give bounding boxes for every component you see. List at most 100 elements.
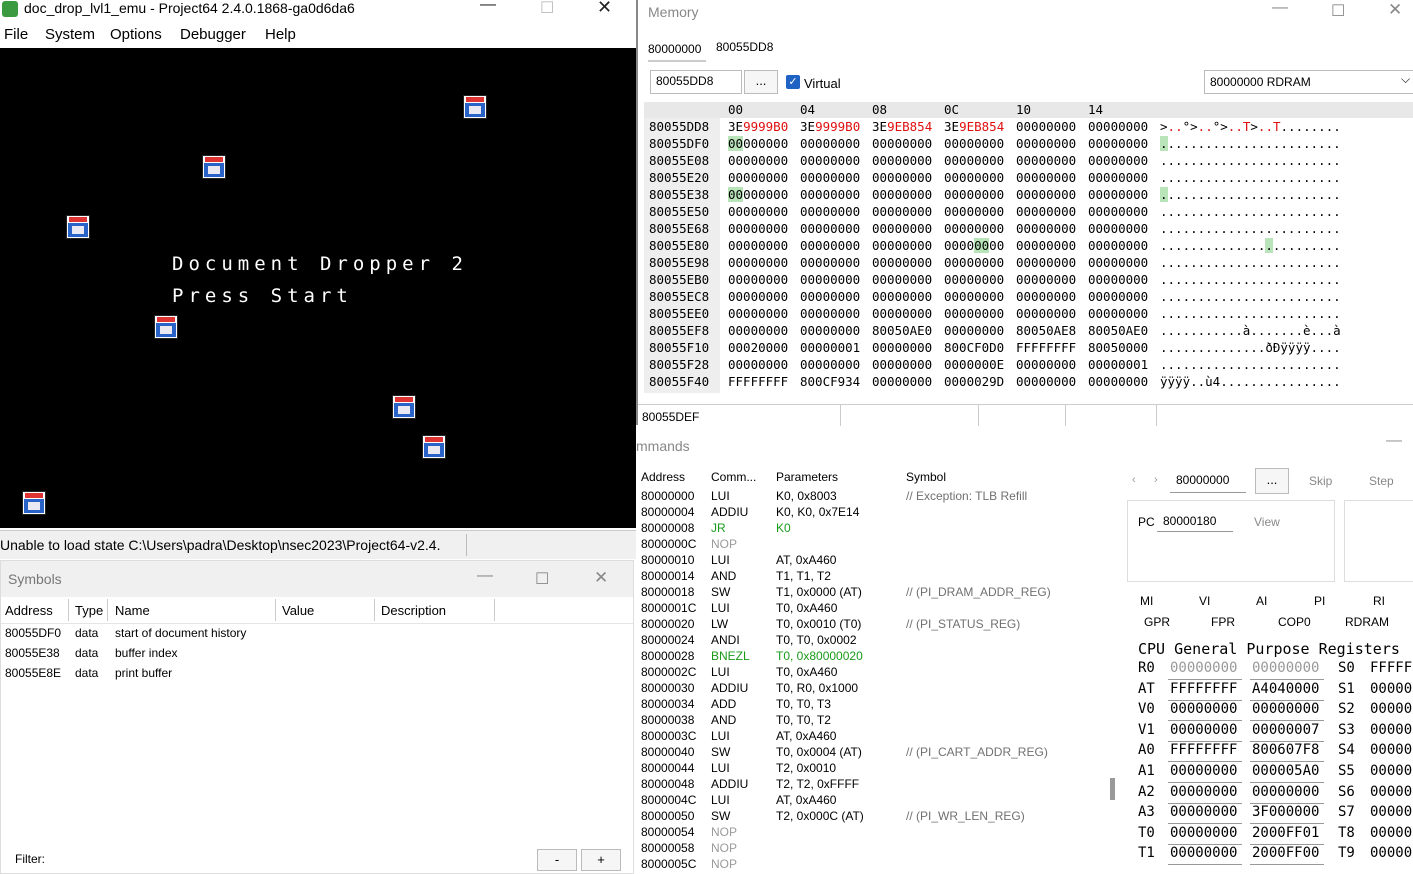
memory-row[interactable]: 80055EB0 00000000 00000000 00000000 00000000… [638,271,1413,288]
menu-file[interactable]: File [4,26,28,43]
memory-row[interactable]: 80055E38 00000000 00000000 00000000 00000000… [638,186,1413,203]
memory-word[interactable]: 00000000 [1016,237,1076,254]
disassembly-row[interactable]: 80000018 SW T1, 0x0000 (AT) // (PI_DRAM_ADD… [636,584,1106,600]
register-value-hi[interactable]: 00000000 [1170,825,1237,841]
view-button[interactable]: View [1254,515,1280,529]
memory-word[interactable]: 00000000 [728,305,788,322]
col-symbol[interactable]: Symbol [906,470,946,484]
memory-word[interactable]: 00000000 [800,169,860,186]
col-address[interactable]: Address [5,603,53,618]
register-value[interactable]: FFFFF [1370,660,1412,676]
menu-system[interactable]: System [45,26,95,43]
nav-forward-icon[interactable]: › [1154,474,1158,486]
memory-word[interactable]: 00000000 [944,254,1004,271]
memory-ascii[interactable]: ........................ [1160,288,1341,305]
pc-input[interactable]: 80000180 [1157,509,1233,532]
disassembly-row[interactable]: 80000010 LUI AT, 0xA460 [636,552,1106,568]
col-command[interactable]: Comm... [711,470,756,484]
maximize-icon[interactable]: ☐ [535,569,549,589]
tab-fpr[interactable]: FPR [1211,615,1235,629]
memory-browse-button[interactable]: ... [744,70,778,94]
memory-word[interactable]: 00000000 [872,135,932,152]
memory-word[interactable]: 00000000 [800,186,860,203]
register-value-lo[interactable]: 800607F8 [1252,742,1319,758]
minimize-icon[interactable]: — [1386,432,1402,450]
register-value[interactable]: 00000 [1370,784,1412,800]
memory-word[interactable]: 00000000 [944,152,1004,169]
memory-word[interactable]: 00000000 [800,271,860,288]
memory-word[interactable]: 80050000 [1088,339,1148,356]
minimize-icon[interactable]: — [477,567,493,585]
memory-ascii[interactable]: ........................ [1160,135,1341,152]
disassembly-row[interactable]: 80000000 LUI K0, 0x8003 // Exception: TLB R… [636,488,1106,504]
disassembly-row[interactable]: 8000001C LUI T0, 0xA460 [636,600,1106,616]
memory-ascii[interactable]: ........................ [1160,254,1341,271]
memory-word[interactable]: 00000000 [1016,356,1076,373]
memory-ascii[interactable]: >..°>..°>..T>..T........ [1160,118,1341,135]
memory-word[interactable]: 00000000 [728,203,788,220]
memory-word[interactable]: 00000000 [728,271,788,288]
tab-mi[interactable]: MI [1140,594,1153,608]
memory-word[interactable]: 00000000 [1016,220,1076,237]
register-value-hi[interactable]: 00000000 [1170,784,1237,800]
memory-word[interactable]: 00000000 [800,237,860,254]
memory-word[interactable]: 00000000 [1088,254,1148,271]
memory-word[interactable]: 00000000 [944,305,1004,322]
col-name[interactable]: Name [115,603,150,618]
memory-word[interactable]: 00000000 [1016,288,1076,305]
memory-word[interactable]: 00000000 [872,220,932,237]
menu-debugger[interactable]: Debugger [180,26,246,43]
close-icon[interactable]: ✕ [594,568,608,588]
memory-word[interactable]: 00000000 [944,186,1004,203]
memory-address-input[interactable]: 80055DD8 [650,70,742,94]
memory-word[interactable]: 00000000 [1016,135,1076,152]
memory-word[interactable]: 00000000 [728,237,788,254]
memory-word[interactable]: 00000000 [800,152,860,169]
memory-ascii[interactable]: ........................ [1160,271,1341,288]
memory-row[interactable]: 80055F40 FFFFFFFF 800CF934 00000000 0000029D… [638,373,1413,390]
memory-row[interactable]: 80055E68 00000000 00000000 00000000 00000000… [638,220,1413,237]
memory-word[interactable]: 00000000 [800,356,860,373]
memory-ascii[interactable]: ...........à.......è...à [1160,322,1341,339]
memory-word[interactable]: 00000000 [800,135,860,152]
memory-word[interactable]: 0000029D [944,373,1004,390]
tab-gpr[interactable]: GPR [1144,615,1170,629]
memory-word[interactable]: 00000000 [1088,186,1148,203]
memory-ascii[interactable]: ........................ [1160,203,1341,220]
register-value-lo[interactable]: 00000000 [1252,784,1319,800]
register-value[interactable]: 00000 [1370,681,1412,697]
memory-word[interactable]: 00000000 [728,135,788,152]
disassembly-row[interactable]: 80000014 AND T1, T1, T2 [636,568,1106,584]
tab-rdram[interactable]: RDRAM [1345,615,1389,629]
memory-ascii[interactable]: ........................ [1160,356,1341,373]
table-row[interactable]: 80055E8E data print buffer [1,664,633,684]
memory-word[interactable]: 00000000 [800,288,860,305]
remove-symbol-button[interactable]: - [537,849,577,871]
memory-tab-80055DD8[interactable]: 80055DD8 [716,40,773,54]
memory-word[interactable]: 00000000 [800,305,860,322]
memory-ascii[interactable]: ........................ [1160,152,1341,169]
memory-word[interactable]: 00000000 [1016,305,1076,322]
memory-word[interactable]: 00000000 [728,152,788,169]
memory-word[interactable]: 00000000 [1088,288,1148,305]
memory-word[interactable]: 00000000 [872,356,932,373]
memory-word[interactable]: 00000000 [944,203,1004,220]
memory-word[interactable]: 00000000 [1088,203,1148,220]
tab-vi[interactable]: VI [1199,594,1210,608]
register-value-hi[interactable]: 00000000 [1170,804,1237,820]
memory-row[interactable]: 80055E50 00000000 00000000 00000000 00000000… [638,203,1413,220]
register-value[interactable]: 00000 [1370,701,1412,717]
col-value[interactable]: Value [282,603,314,618]
memory-word[interactable]: 00000000 [1016,118,1076,135]
memory-word[interactable]: 00000000 [1088,220,1148,237]
memory-word[interactable]: 00000000 [1088,118,1148,135]
memory-word[interactable]: 00000000 [944,322,1004,339]
memory-ascii[interactable]: ..............ðÐÿÿÿÿ.... [1160,339,1341,356]
register-value-lo[interactable]: A4040000 [1252,681,1319,697]
memory-word[interactable]: 00000000 [872,288,932,305]
tab-ri[interactable]: RI [1373,594,1385,608]
skip-button[interactable]: Skip [1309,474,1332,488]
memory-word[interactable]: 00000000 [1016,152,1076,169]
memory-word[interactable]: 00000000 [872,305,932,322]
register-value-hi[interactable]: FFFFFFFF [1170,681,1237,697]
